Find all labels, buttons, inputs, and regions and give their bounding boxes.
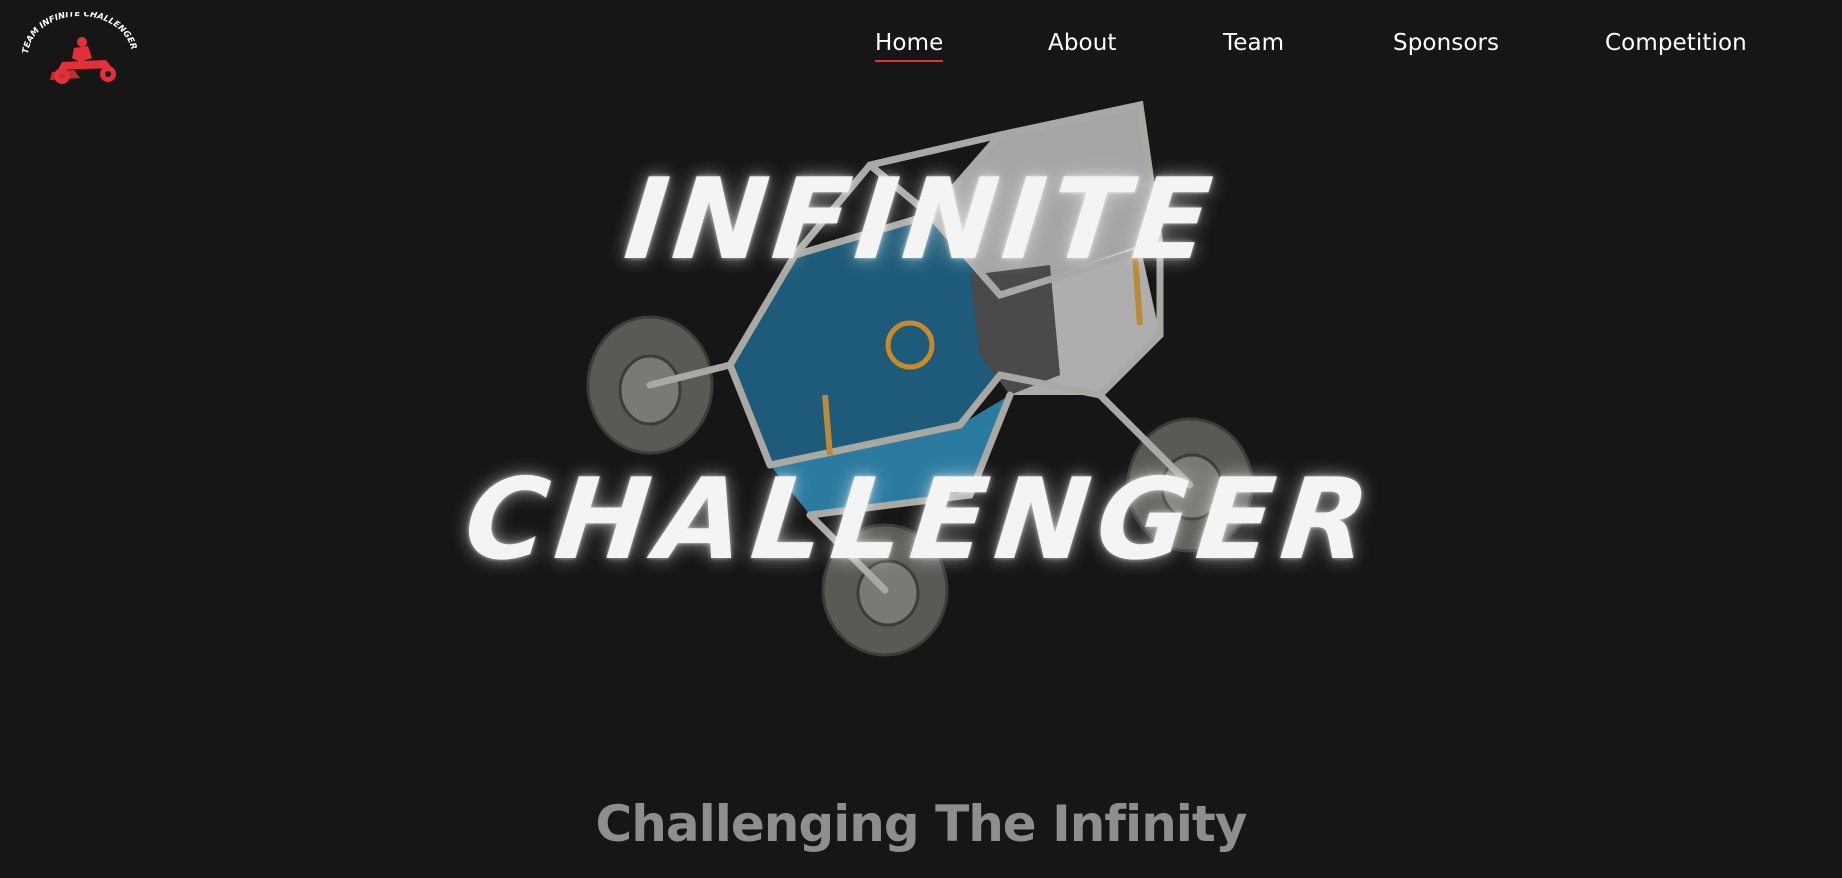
- hero-title-line-1: INFINITE: [619, 155, 1223, 285]
- main-nav: Home About Team Sponsors Competition: [0, 30, 1842, 70]
- nav-about-link[interactable]: About: [1048, 30, 1117, 56]
- page: TEAM INFINITE CHALLENGER Home About Team…: [0, 0, 1842, 878]
- nav-sponsors-link[interactable]: Sponsors: [1393, 30, 1499, 56]
- nav-competition-link[interactable]: Competition: [1605, 30, 1747, 56]
- hero-title-line-2: CHALLENGER: [459, 455, 1383, 585]
- nav-team-link[interactable]: Team: [1223, 30, 1284, 56]
- tagline: Challenging The Infinity: [595, 795, 1248, 853]
- nav-home-link[interactable]: Home: [875, 30, 944, 62]
